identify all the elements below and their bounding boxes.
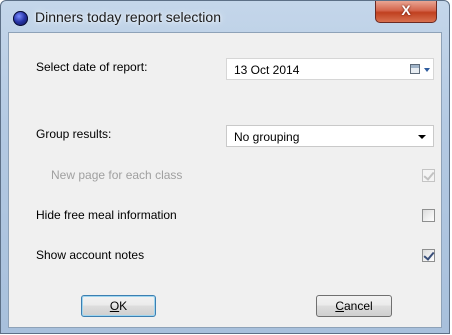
app-orb-icon xyxy=(13,11,28,26)
hide-free-checkbox[interactable] xyxy=(422,209,435,222)
check-icon xyxy=(423,249,435,261)
group-select[interactable]: No grouping xyxy=(226,125,434,147)
chevron-down-icon[interactable] xyxy=(418,135,426,139)
cancel-label-rest: ancel xyxy=(343,299,373,313)
chevron-down-icon[interactable] xyxy=(424,68,430,72)
ok-button[interactable]: OK xyxy=(81,295,156,317)
cancel-mnemonic: C xyxy=(335,299,344,313)
title-bar[interactable]: Dinners today report selection X xyxy=(1,1,449,33)
dialog-window: Dinners today report selection X Select … xyxy=(0,0,450,334)
ok-mnemonic: O xyxy=(109,299,120,313)
ok-label-rest: K xyxy=(119,299,128,313)
close-icon: X xyxy=(401,2,411,18)
check-icon xyxy=(423,169,435,181)
show-notes-label: Show account notes xyxy=(36,248,145,262)
dialog-body: Select date of report: 13 Oct 2014 Group… xyxy=(8,32,442,328)
group-value: No grouping xyxy=(234,130,300,144)
window-title: Dinners today report selection xyxy=(35,9,221,25)
show-notes-checkbox[interactable] xyxy=(422,249,435,262)
date-picker[interactable]: 13 Oct 2014 xyxy=(226,58,434,80)
new-page-label: New page for each class xyxy=(51,168,183,182)
date-label: Select date of report: xyxy=(36,60,148,74)
close-button[interactable]: X xyxy=(375,1,437,23)
new-page-checkbox[interactable] xyxy=(422,169,435,182)
hide-free-label: Hide free meal information xyxy=(36,208,177,222)
calendar-icon[interactable] xyxy=(410,64,420,74)
date-value: 13 Oct 2014 xyxy=(234,63,300,77)
group-label: Group results: xyxy=(36,127,112,141)
cancel-button[interactable]: Cancel xyxy=(316,295,392,317)
